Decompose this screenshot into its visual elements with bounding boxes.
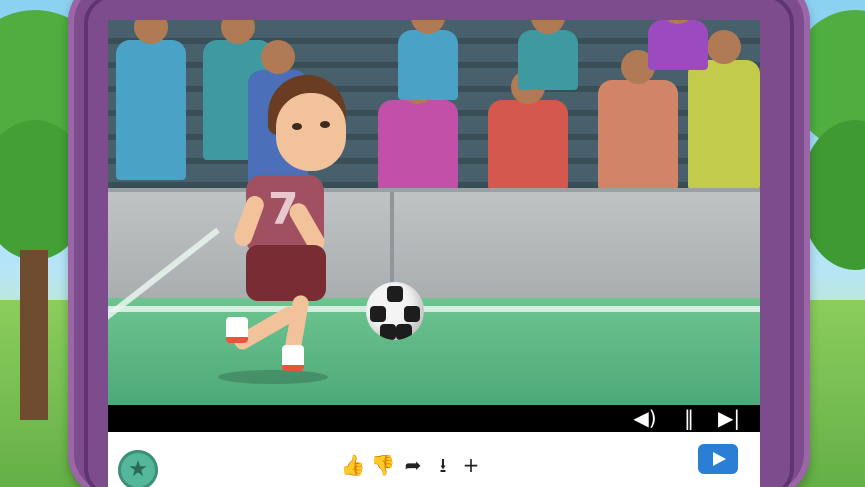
crowd-fan	[488, 70, 568, 190]
speaker-icon: ◀)	[633, 406, 657, 430]
video-player[interactable]: 7	[108, 20, 760, 406]
player-shorts	[246, 245, 326, 301]
thumbs-up-icon: 👍	[340, 453, 366, 477]
video-toolbar: ★ 👍 👎 ➦ ⭳ +	[108, 432, 760, 487]
download-button[interactable]: ⭳	[430, 452, 456, 478]
share-arrow-icon: ➦	[404, 453, 422, 477]
dislike-button[interactable]: 👎	[370, 452, 396, 478]
player-face	[276, 93, 346, 171]
app-scene: 7 ◀) ‖ ▶| ★ 👍 👎 ➦ ⭳ +	[0, 0, 865, 487]
crowd-fan	[598, 50, 678, 190]
download-icon: ⭳	[439, 453, 447, 477]
pitch-grass	[108, 298, 760, 406]
play-icon	[713, 452, 726, 466]
crowd-fan	[648, 20, 708, 70]
crowd-fan	[518, 20, 578, 90]
player-sock	[226, 317, 248, 343]
channel-avatar[interactable]: ★	[118, 450, 158, 487]
play-on-youtube-button[interactable]	[698, 444, 738, 474]
like-button[interactable]: 👍	[340, 452, 366, 478]
crowd-fan	[378, 70, 458, 190]
skip-next-button[interactable]: ▶|	[712, 405, 746, 432]
soccer-ball	[366, 282, 424, 340]
pitch-line	[108, 306, 760, 312]
cartoon-player: 7	[226, 75, 368, 375]
crowd-fan	[116, 20, 186, 180]
thumbs-down-icon: 👎	[370, 453, 396, 477]
tree-trunk	[20, 250, 48, 420]
volume-button[interactable]: ◀)	[628, 405, 662, 432]
crowd-fan	[398, 20, 458, 100]
video-control-bar: ◀) ‖ ▶|	[108, 405, 760, 432]
add-button[interactable]: +	[458, 452, 484, 478]
stadium-wall	[108, 188, 760, 312]
share-button[interactable]: ➦	[400, 452, 426, 478]
crowd-fan	[688, 30, 760, 190]
player-sock	[282, 345, 304, 371]
pause-icon: ‖	[684, 406, 694, 430]
pause-button[interactable]: ‖	[672, 405, 706, 432]
plus-icon: +	[462, 453, 480, 477]
skip-next-icon: ▶|	[717, 406, 741, 430]
stadium-stands	[108, 20, 760, 190]
star-icon: ★	[128, 457, 148, 482]
